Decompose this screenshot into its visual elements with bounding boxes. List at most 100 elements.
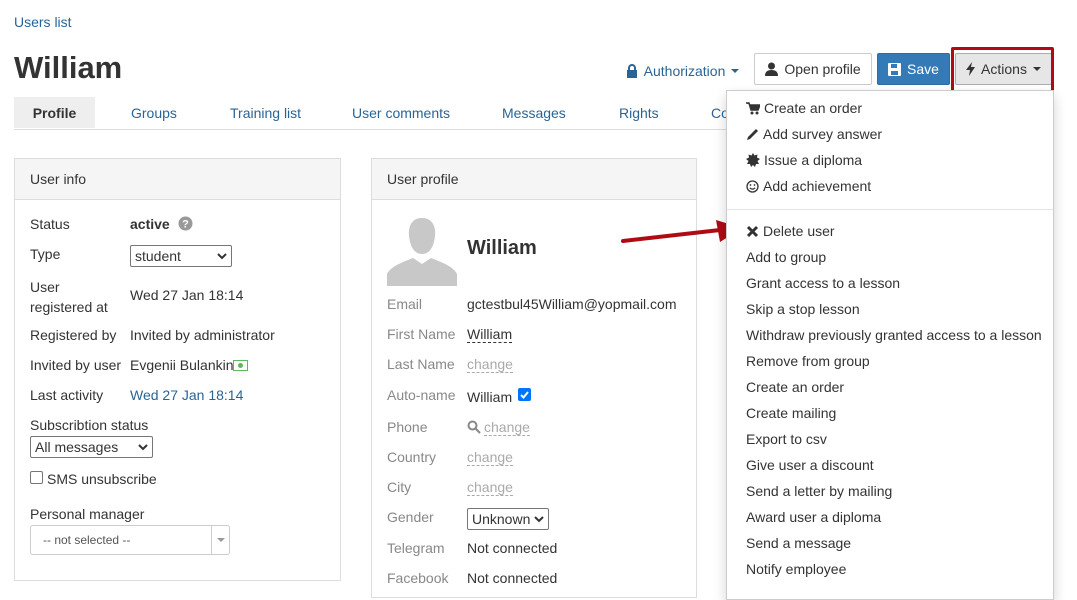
chevron-down-icon — [211, 526, 229, 554]
telegram-label: Telegram — [387, 540, 445, 556]
telegram-value: Not connected — [467, 540, 558, 556]
country-label: Country — [387, 449, 437, 465]
open-profile-label: Open profile — [784, 61, 861, 77]
save-label: Save — [907, 61, 939, 77]
chevron-down-icon — [138, 443, 148, 450]
page-title: William — [14, 50, 123, 85]
menu-item-notify-employee[interactable]: Notify employee — [746, 561, 846, 577]
cart-icon — [746, 101, 760, 114]
type-value: student — [135, 248, 181, 264]
facebook-value: Not connected — [467, 570, 558, 586]
tab-rights[interactable]: Rights — [619, 97, 659, 128]
tab-bar: Profile Groups Training list User commen… — [14, 97, 734, 130]
invited-by-value[interactable]: Evgenii Bulankin — [130, 357, 234, 373]
menu-item-create-order[interactable]: Create an order — [746, 100, 862, 116]
autoname-value: William — [467, 389, 513, 405]
registered-value: Wed 27 Jan 18:14 — [130, 287, 244, 303]
certificate-icon — [746, 153, 760, 167]
manager-select[interactable]: -- not selected -- — [30, 525, 230, 555]
authorization-label: Authorization — [643, 63, 726, 79]
lock-icon — [626, 64, 637, 78]
open-profile-button[interactable]: Open profile — [754, 53, 872, 85]
menu-item-give-discount[interactable]: Give user a discount — [746, 457, 874, 473]
autoname-label: Auto-name — [387, 387, 456, 403]
menu-item-label: Create an order — [764, 100, 863, 116]
menu-item-add-achievement[interactable]: Add achievement — [746, 178, 871, 194]
type-label: Type — [30, 246, 61, 262]
profile-name: William — [467, 237, 537, 259]
menu-item-label: Delete user — [763, 223, 835, 239]
subscription-value: All messages — [35, 439, 119, 455]
save-button[interactable]: Save — [877, 53, 950, 85]
svg-text:?: ? — [182, 219, 189, 231]
phone-change[interactable]: change — [484, 419, 530, 436]
menu-item-add-survey-answer[interactable]: Add survey answer — [746, 126, 882, 142]
menu-item-award-diploma[interactable]: Award user a diploma — [746, 509, 881, 525]
floppy-icon — [888, 62, 902, 76]
phone-label: Phone — [387, 419, 428, 435]
gender-label: Gender — [387, 509, 434, 525]
menu-item-label: Add survey answer — [763, 126, 883, 142]
user-icon — [765, 62, 779, 76]
sms-unsubscribe-label: SMS unsubscribe — [47, 471, 157, 487]
menu-item-add-to-group[interactable]: Add to group — [746, 249, 826, 265]
facebook-label: Facebook — [387, 570, 449, 586]
last-activity-link[interactable]: Wed 27 Jan 18:14 — [130, 387, 243, 403]
subscription-label: Subscribtion status — [30, 417, 149, 433]
menu-item-create-order-2[interactable]: Create an order — [746, 379, 844, 395]
pencil-icon — [747, 128, 758, 140]
status-badge: active — [130, 216, 170, 232]
autoname-checkbox[interactable] — [518, 388, 531, 401]
actions-dropdown-menu: Create an order Add survey answer Issue … — [726, 90, 1054, 600]
subscription-select[interactable]: All messages — [30, 436, 153, 458]
email-value: gctestbul45William@yopmail.com — [467, 296, 677, 312]
check-icon — [520, 390, 529, 399]
menu-item-label: Add achievement — [763, 178, 872, 194]
registered-by-value: Invited by administrator — [130, 327, 275, 343]
city-change[interactable]: change — [467, 479, 513, 496]
breadcrumb[interactable]: Users list — [14, 14, 72, 30]
sms-unsubscribe-checkbox[interactable] — [30, 471, 43, 484]
menu-item-send-message[interactable]: Send a message — [746, 535, 851, 551]
panel-title: User profile — [372, 159, 696, 200]
manager-label: Personal manager — [30, 506, 145, 522]
avatar — [387, 216, 457, 286]
last-name-change[interactable]: change — [467, 356, 513, 373]
chevron-down-icon — [731, 69, 740, 73]
menu-item-export-csv[interactable]: Export to csv — [746, 431, 827, 447]
type-select[interactable]: student — [130, 245, 232, 267]
email-label: Email — [387, 296, 423, 312]
chevron-down-icon — [217, 252, 227, 259]
chevron-down-icon — [534, 515, 544, 522]
help-icon[interactable]: ? — [178, 216, 193, 231]
money-icon — [233, 360, 248, 371]
country-change[interactable]: change — [467, 449, 513, 466]
menu-item-send-letter[interactable]: Send a letter by mailing — [746, 483, 892, 499]
menu-item-create-mailing[interactable]: Create mailing — [746, 405, 836, 421]
authorization-button[interactable]: Authorization — [620, 55, 745, 87]
tab-user-comments[interactable]: User comments — [352, 97, 450, 128]
menu-item-withdraw-access[interactable]: Withdraw previously granted access to a … — [746, 327, 1042, 343]
tab-profile[interactable]: Profile — [14, 97, 95, 128]
menu-item-grant-access[interactable]: Grant access to a lesson — [746, 275, 900, 291]
gender-select[interactable]: Unknown — [467, 508, 549, 530]
menu-item-label: Issue a diploma — [764, 152, 863, 168]
panel-title: User info — [15, 159, 340, 200]
tab-messages[interactable]: Messages — [502, 97, 566, 128]
manager-value: -- not selected -- — [43, 533, 131, 547]
first-name-value[interactable]: William — [467, 326, 513, 343]
menu-item-remove-from-group[interactable]: Remove from group — [746, 353, 870, 369]
menu-item-delete-user[interactable]: Delete user — [746, 223, 835, 239]
menu-divider — [727, 209, 1053, 210]
tab-training-list[interactable]: Training list — [230, 97, 301, 128]
last-name-label: Last Name — [387, 356, 455, 372]
registered-label: User registered at — [30, 279, 108, 315]
menu-item-skip-stop-lesson[interactable]: Skip a stop lesson — [746, 301, 860, 317]
tab-groups[interactable]: Groups — [131, 97, 177, 128]
registered-by-label: Registered by — [30, 327, 117, 343]
gender-value: Unknown — [472, 511, 531, 527]
search-icon — [467, 420, 481, 434]
city-label: City — [387, 479, 412, 495]
highlight-annotation — [951, 47, 1054, 93]
menu-item-issue-diploma[interactable]: Issue a diploma — [746, 152, 862, 168]
